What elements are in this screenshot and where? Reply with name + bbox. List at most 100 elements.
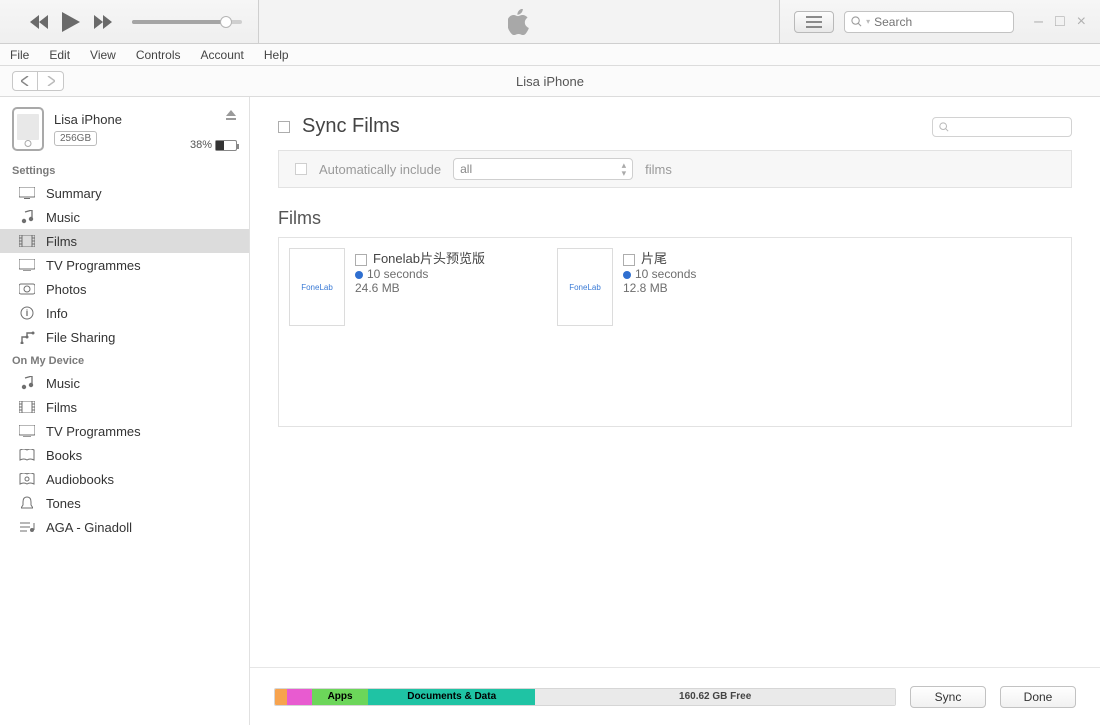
device-capacity: 256GB (54, 131, 97, 146)
storage-segment-photos (287, 689, 312, 705)
tones-icon (18, 496, 36, 510)
films-search-box[interactable] (932, 117, 1072, 137)
sidebar: Lisa iPhone 256GB 38% Settings Summary Mu… (0, 97, 250, 725)
svg-text:i: i (26, 308, 29, 318)
sidebar-device-d-audiob[interactable]: Audiobooks (0, 467, 249, 491)
eject-icon[interactable] (225, 109, 237, 121)
sidebar-device-d-aga[interactable]: AGA - Ginadoll (0, 515, 249, 539)
storage-bar: AppsDocuments & Data160.62 GB Free (274, 688, 896, 706)
unplayed-dot-icon (623, 271, 631, 279)
auto-include-select[interactable]: all ▴▾ (453, 158, 633, 180)
storage-segment-free: 160.62 GB Free (535, 689, 895, 705)
menu-edit[interactable]: Edit (39, 48, 80, 62)
maximize-button[interactable]: □ (1055, 13, 1065, 31)
sidebar-settings-photos[interactable]: Photos (0, 277, 249, 301)
films-icon (18, 235, 36, 247)
device-name: Lisa iPhone (54, 112, 122, 127)
sidebar-settings-tv[interactable]: TV Programmes (0, 253, 249, 277)
music-icon (18, 376, 36, 390)
menu-help[interactable]: Help (254, 48, 299, 62)
auto-include-suffix: films (645, 162, 672, 177)
play-button[interactable] (62, 12, 80, 32)
nav-back-forward (12, 71, 64, 91)
sidebar-settings-filesharing[interactable]: File Sharing (0, 325, 249, 349)
sidebar-settings-music[interactable]: Music (0, 205, 249, 229)
summary-icon (18, 187, 36, 199)
sync-row: Sync Films (278, 115, 1072, 138)
sync-films-checkbox[interactable] (278, 121, 290, 133)
done-button[interactable]: Done (1000, 686, 1076, 708)
on-device-header: On My Device (0, 349, 249, 371)
menu-file[interactable]: File (0, 48, 39, 62)
filesharing-icon (18, 330, 36, 344)
music-icon (18, 210, 36, 224)
sidebar-device-d-tv[interactable]: TV Programmes (0, 419, 249, 443)
volume-knob[interactable] (220, 16, 232, 28)
menu-controls[interactable]: Controls (126, 48, 191, 62)
page-title: Lisa iPhone (64, 74, 1036, 89)
search-box[interactable]: ▾ (844, 11, 1014, 33)
sidebar-settings-label: TV Programmes (46, 258, 141, 273)
sidebar-device-d-films[interactable]: Films (0, 395, 249, 419)
main-pane: Sync Films Automatically include all ▴▾ … (250, 97, 1100, 725)
next-button[interactable] (94, 15, 112, 29)
sidebar-device-label: Tones (46, 496, 81, 511)
minimize-button[interactable]: – (1034, 13, 1043, 31)
film-thumbnail: FoneLab (557, 248, 613, 326)
menu-view[interactable]: View (80, 48, 126, 62)
auto-include-bar: Automatically include all ▴▾ films (278, 150, 1072, 188)
nav-forward-button[interactable] (38, 71, 64, 91)
previous-button[interactable] (30, 15, 48, 29)
sidebar-device-label: Audiobooks (46, 472, 114, 487)
list-view-button[interactable] (794, 11, 834, 33)
volume-slider[interactable] (132, 20, 242, 24)
footer: AppsDocuments & Data160.62 GB Free Sync … (250, 667, 1100, 725)
sidebar-device-d-music[interactable]: Music (0, 371, 249, 395)
sidebar-device-label: TV Programmes (46, 424, 141, 439)
select-stepper-icon: ▴▾ (622, 161, 627, 177)
close-button[interactable]: × (1077, 13, 1086, 31)
photos-icon (18, 283, 36, 295)
sidebar-settings-summary[interactable]: Summary (0, 181, 249, 205)
film-checkbox[interactable] (355, 254, 367, 266)
sync-button[interactable]: Sync (910, 686, 986, 708)
settings-header: Settings (0, 159, 249, 181)
sidebar-settings-label: Music (46, 210, 80, 225)
nav-back-button[interactable] (12, 71, 38, 91)
audiobooks-icon (18, 473, 36, 485)
auto-include-checkbox[interactable] (295, 163, 307, 175)
storage-segment-docs: Documents & Data (368, 689, 535, 705)
volume-fill (132, 20, 226, 24)
film-checkbox[interactable] (623, 254, 635, 266)
menu-account[interactable]: Account (191, 48, 254, 62)
sidebar-settings-info[interactable]: iInfo (0, 301, 249, 325)
sidebar-device-d-tones[interactable]: Tones (0, 491, 249, 515)
playlist-icon (18, 521, 36, 533)
battery-indicator: 38% (190, 139, 237, 151)
storage-segment-audio (275, 689, 287, 705)
films-list: FoneLabFonelab片头预览版10 seconds24.6 MBFone… (278, 237, 1072, 427)
films-search-input[interactable] (953, 121, 1065, 133)
auto-include-value: all (460, 162, 472, 176)
now-playing-area (258, 0, 780, 43)
films-section-header: Films (278, 208, 1072, 229)
content: Sync Films Automatically include all ▴▾ … (250, 97, 1100, 667)
film-meta: 片尾10 seconds12.8 MB (623, 248, 696, 416)
playback-controls (0, 12, 258, 32)
tv-icon (18, 259, 36, 271)
search-input[interactable] (874, 15, 1007, 29)
film-title: Fonelab片头预览版 (373, 251, 485, 266)
search-icon (939, 122, 949, 132)
sidebar-settings-films[interactable]: Films (0, 229, 249, 253)
film-thumbnail: FoneLab (289, 248, 345, 326)
sidebar-device-label: Books (46, 448, 82, 463)
film-card[interactable]: FoneLab片尾10 seconds12.8 MB (557, 248, 797, 416)
storage-segment-apps: Apps (312, 689, 368, 705)
film-card[interactable]: FoneLabFonelab片头预览版10 seconds24.6 MB (289, 248, 529, 416)
phone-icon (12, 107, 44, 151)
battery-fill (216, 141, 224, 150)
device-card[interactable]: Lisa iPhone 256GB 38% (0, 97, 249, 159)
toolbar-right: ▾ – □ × (780, 11, 1100, 33)
sidebar-settings-label: Photos (46, 282, 86, 297)
sidebar-device-d-books[interactable]: Books (0, 443, 249, 467)
